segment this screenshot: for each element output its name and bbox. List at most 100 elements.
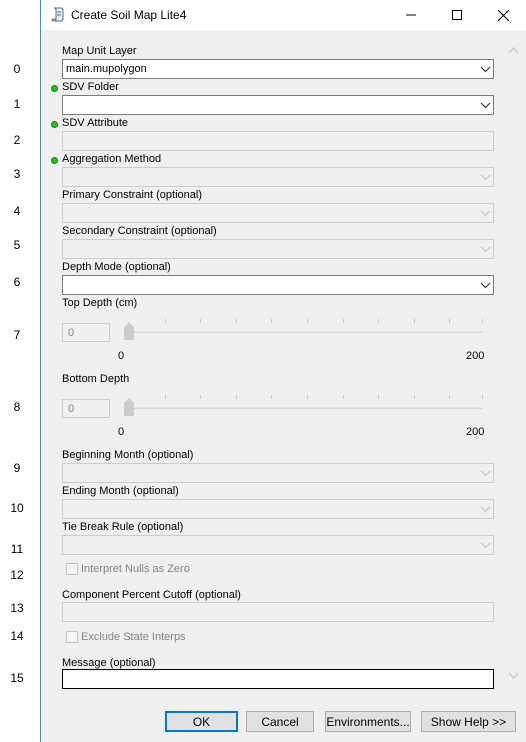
message-label: Message (optional) (62, 657, 156, 669)
parameter-panel: Map Unit Layer main.mupolygon SDV Folder… (41, 30, 526, 702)
exclude-state-label: Exclude State Interps (81, 631, 186, 643)
top-depth-value: 0 (68, 327, 75, 339)
chevron-down-icon (480, 506, 491, 513)
chevron-down-icon (480, 470, 491, 477)
required-indicator-icon (51, 121, 58, 128)
sdv-folder-label: SDV Folder (62, 81, 119, 93)
secondary-constraint-label: Secondary Constraint (optional) (62, 225, 217, 237)
tie-break-rule-dropdown (62, 535, 494, 555)
bottom-depth-value: 0 (68, 403, 75, 415)
slider-thumb (124, 398, 134, 416)
top-depth-max-label: 200 (466, 350, 485, 362)
bottom-depth-input: 0 (62, 399, 110, 418)
top-depth-min-label: 0 (118, 350, 125, 362)
ending-month-dropdown (62, 499, 494, 519)
cancel-button[interactable]: Cancel (246, 711, 314, 732)
map-unit-layer-dropdown[interactable]: main.mupolygon (62, 59, 494, 79)
slider-track (125, 407, 482, 409)
slider-tick (449, 319, 450, 323)
row-number: 10 (10, 501, 24, 515)
row-number: 2 (13, 133, 21, 147)
script-tool-icon (51, 7, 64, 22)
row-number: 6 (13, 275, 21, 289)
bottom-depth-label: Bottom Depth (62, 373, 130, 385)
interpret-nulls-label: Interpret Nulls as Zero (81, 563, 190, 575)
maximize-icon (452, 10, 462, 20)
row-number: 9 (13, 461, 21, 475)
ending-month-label: Ending Month (optional) (62, 485, 179, 497)
ok-button[interactable]: OK (165, 711, 238, 732)
slider-tick (307, 319, 308, 323)
scroll-up-arrow-icon[interactable] (508, 46, 519, 54)
required-indicator-icon (51, 85, 58, 92)
aggregation-method-label: Aggregation Method (62, 153, 162, 165)
primary-constraint-dropdown (62, 203, 494, 223)
slider-tick (482, 395, 483, 399)
row-number: 8 (13, 400, 21, 414)
slider-tick (271, 319, 272, 323)
slider-tick (271, 395, 272, 399)
secondary-constraint-dropdown (62, 239, 494, 259)
row-number: 14 (10, 629, 24, 643)
bottom-depth-max-label: 200 (466, 426, 485, 438)
scroll-down-arrow-icon[interactable] (508, 672, 519, 680)
row-number: 4 (13, 204, 21, 218)
show-help-button[interactable]: Show Help >> (421, 711, 516, 732)
slider-tick (378, 319, 379, 323)
row-number: 7 (13, 328, 21, 342)
bottom-depth-min-label: 0 (118, 426, 125, 438)
chevron-down-icon (480, 66, 491, 73)
sdv-folder-dropdown[interactable] (62, 95, 494, 115)
component-cutoff-field (62, 602, 494, 622)
required-indicator-icon (51, 157, 58, 164)
chevron-down-icon (480, 174, 491, 181)
slider-tick (165, 319, 166, 323)
map-unit-layer-label: Map Unit Layer (62, 45, 137, 57)
row-number: 5 (13, 238, 21, 252)
slider-tick (200, 319, 201, 323)
row-number: 15 (10, 671, 24, 685)
message-field[interactable] (62, 669, 494, 689)
depth-mode-label: Depth Mode (optional) (62, 261, 171, 273)
slider-tick (307, 395, 308, 399)
exclude-state-checkbox (66, 631, 78, 643)
maximize-button[interactable] (434, 0, 480, 30)
row-number: 11 (10, 542, 24, 556)
depth-mode-dropdown[interactable] (62, 275, 494, 295)
minimize-icon (406, 14, 416, 16)
row-number: 13 (10, 601, 24, 615)
row-number: 12 (10, 568, 24, 582)
beginning-month-label: Beginning Month (optional) (62, 449, 194, 461)
slider-tick (236, 319, 237, 323)
sdv-attribute-field (62, 131, 494, 151)
minimize-button[interactable] (388, 0, 434, 30)
component-cutoff-label: Component Percent Cutoff (optional) (62, 589, 241, 601)
close-icon (497, 9, 509, 21)
beginning-month-dropdown (62, 463, 494, 483)
top-depth-label: Top Depth (cm) (62, 297, 138, 309)
window-title: Create Soil Map Lite4 (71, 8, 187, 22)
row-number: 3 (13, 167, 21, 181)
slider-tick (414, 395, 415, 399)
primary-constraint-label: Primary Constraint (optional) (62, 189, 202, 201)
slider-tick (449, 395, 450, 399)
slider-tick (165, 395, 166, 399)
chevron-down-icon (480, 102, 491, 109)
row-number: 1 (13, 97, 21, 111)
tie-break-rule-label: Tie Break Rule (optional) (62, 521, 184, 533)
tool-dialog-window: Create Soil Map Lite4 Map Unit Layer mai… (40, 0, 526, 742)
interpret-nulls-checkbox (66, 563, 78, 575)
environments-button[interactable]: Environments... (325, 711, 411, 732)
sdv-attribute-label: SDV Attribute (62, 117, 129, 129)
slider-tick (482, 319, 483, 323)
slider-tick (414, 319, 415, 323)
title-bar[interactable]: Create Soil Map Lite4 (41, 0, 526, 30)
map-unit-layer-value: main.mupolygon (66, 63, 147, 75)
slider-tick (200, 395, 201, 399)
chevron-down-icon (480, 542, 491, 549)
chevron-down-icon (480, 210, 491, 217)
close-button[interactable] (480, 0, 526, 30)
button-bar: OK Cancel Environments... Show Help >> (41, 702, 526, 742)
chevron-down-icon (480, 282, 491, 289)
vertical-scrollbar[interactable] (505, 40, 522, 692)
